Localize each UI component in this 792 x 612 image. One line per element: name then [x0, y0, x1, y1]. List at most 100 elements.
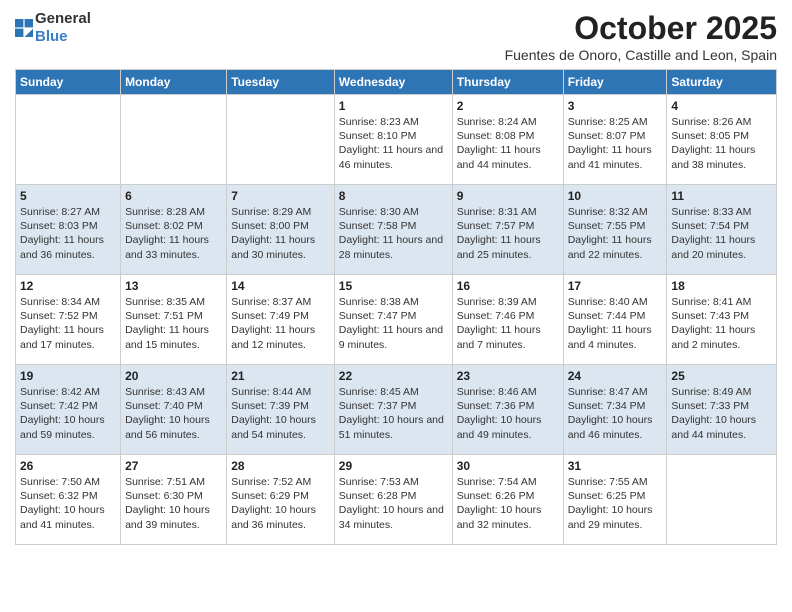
day-info: Sunrise: 8:38 AMSunset: 7:47 PMDaylight:…	[339, 296, 443, 351]
logo-general: General	[35, 10, 91, 27]
day-number: 30	[457, 459, 559, 473]
day-info: Sunrise: 8:43 AMSunset: 7:40 PMDaylight:…	[125, 386, 210, 441]
day-info: Sunrise: 8:44 AMSunset: 7:39 PMDaylight:…	[231, 386, 316, 441]
day-cell	[121, 95, 227, 185]
day-info: Sunrise: 8:27 AMSunset: 8:03 PMDaylight:…	[20, 206, 104, 261]
calendar-table: Sunday Monday Tuesday Wednesday Thursday…	[15, 69, 777, 545]
day-cell: 21Sunrise: 8:44 AMSunset: 7:39 PMDayligh…	[227, 365, 335, 455]
day-cell: 14 Sunrise: 8:37 AMSunset: 7:49 PMDayligh…	[227, 275, 335, 365]
day-info: Sunrise: 8:47 AMSunset: 7:34 PMDaylight:…	[568, 386, 653, 441]
calendar-body: 1 Sunrise: 8:23 AMSunset: 8:10 PMDaylight…	[16, 95, 777, 545]
day-cell: 26Sunrise: 7:50 AMSunset: 6:32 PMDayligh…	[16, 455, 121, 545]
day-number: 5	[20, 189, 116, 203]
day-info: Sunrise: 8:25 AMSunset: 8:07 PMDaylight:…	[568, 116, 652, 171]
day-cell: 8 Sunrise: 8:30 AMSunset: 7:58 PMDaylight…	[334, 185, 452, 275]
day-cell: 6 Sunrise: 8:28 AMSunset: 8:02 PMDaylight…	[121, 185, 227, 275]
day-cell: 17 Sunrise: 8:40 AMSunset: 7:44 PMDayligh…	[563, 275, 667, 365]
week-row-1: 5 Sunrise: 8:27 AMSunset: 8:03 PMDaylight…	[16, 185, 777, 275]
day-number: 7	[231, 189, 330, 203]
day-info: Sunrise: 8:23 AMSunset: 8:10 PMDaylight:…	[339, 116, 443, 171]
day-cell	[16, 95, 121, 185]
day-cell: 25Sunrise: 8:49 AMSunset: 7:33 PMDayligh…	[667, 365, 777, 455]
day-number: 19	[20, 369, 116, 383]
day-cell: 5 Sunrise: 8:27 AMSunset: 8:03 PMDaylight…	[16, 185, 121, 275]
day-info: Sunrise: 8:39 AMSunset: 7:46 PMDaylight:…	[457, 296, 541, 351]
day-number: 3	[568, 99, 663, 113]
week-row-2: 12 Sunrise: 8:34 AMSunset: 7:52 PMDayligh…	[16, 275, 777, 365]
week-row-0: 1 Sunrise: 8:23 AMSunset: 8:10 PMDaylight…	[16, 95, 777, 185]
day-info: Sunrise: 8:30 AMSunset: 7:58 PMDaylight:…	[339, 206, 443, 261]
day-number: 4	[671, 99, 772, 113]
col-thursday: Thursday	[452, 70, 563, 95]
logo-icon	[15, 19, 33, 37]
header: General Blue October 2025 Fuentes de Ono…	[15, 10, 777, 63]
logo: General Blue	[15, 10, 91, 46]
day-number: 22	[339, 369, 448, 383]
day-number: 13	[125, 279, 222, 293]
day-info: Sunrise: 7:55 AMSunset: 6:25 PMDaylight:…	[568, 476, 653, 531]
day-cell: 15 Sunrise: 8:38 AMSunset: 7:47 PMDayligh…	[334, 275, 452, 365]
day-number: 27	[125, 459, 222, 473]
day-number: 11	[671, 189, 772, 203]
day-number: 14	[231, 279, 330, 293]
day-cell: 27Sunrise: 7:51 AMSunset: 6:30 PMDayligh…	[121, 455, 227, 545]
col-sunday: Sunday	[16, 70, 121, 95]
col-tuesday: Tuesday	[227, 70, 335, 95]
day-cell: 22 Sunrise: 8:45 AMSunset: 7:37 PMDayligh…	[334, 365, 452, 455]
week-row-3: 19 Sunrise: 8:42 AMSunset: 7:42 PMDayligh…	[16, 365, 777, 455]
day-cell: 16 Sunrise: 8:39 AMSunset: 7:46 PMDayligh…	[452, 275, 563, 365]
day-number: 29	[339, 459, 448, 473]
day-cell: 29 Sunrise: 7:53 AMSunset: 6:28 PMDayligh…	[334, 455, 452, 545]
day-cell: 31Sunrise: 7:55 AMSunset: 6:25 PMDayligh…	[563, 455, 667, 545]
title-area: October 2025 Fuentes de Onoro, Castille …	[505, 10, 777, 63]
day-number: 24	[568, 369, 663, 383]
day-number: 6	[125, 189, 222, 203]
day-cell: 4Sunrise: 8:26 AMSunset: 8:05 PMDaylight…	[667, 95, 777, 185]
day-info: Sunrise: 8:31 AMSunset: 7:57 PMDaylight:…	[457, 206, 541, 261]
day-number: 1	[339, 99, 448, 113]
day-info: Sunrise: 8:42 AMSunset: 7:42 PMDaylight:…	[20, 386, 105, 441]
day-info: Sunrise: 8:45 AMSunset: 7:37 PMDaylight:…	[339, 386, 444, 441]
day-info: Sunrise: 7:52 AMSunset: 6:29 PMDaylight:…	[231, 476, 316, 531]
day-info: Sunrise: 7:53 AMSunset: 6:28 PMDaylight:…	[339, 476, 444, 531]
day-info: Sunrise: 8:28 AMSunset: 8:02 PMDaylight:…	[125, 206, 209, 261]
day-cell: 12 Sunrise: 8:34 AMSunset: 7:52 PMDayligh…	[16, 275, 121, 365]
day-cell: 2Sunrise: 8:24 AMSunset: 8:08 PMDaylight…	[452, 95, 563, 185]
day-cell: 1 Sunrise: 8:23 AMSunset: 8:10 PMDaylight…	[334, 95, 452, 185]
day-number: 23	[457, 369, 559, 383]
day-cell	[227, 95, 335, 185]
day-info: Sunrise: 8:37 AMSunset: 7:49 PMDaylight:…	[231, 296, 315, 351]
day-number: 25	[671, 369, 772, 383]
day-cell: 3 Sunrise: 8:25 AMSunset: 8:07 PMDaylight…	[563, 95, 667, 185]
day-cell: 13Sunrise: 8:35 AMSunset: 7:51 PMDayligh…	[121, 275, 227, 365]
day-number: 18	[671, 279, 772, 293]
day-cell: 20 Sunrise: 8:43 AMSunset: 7:40 PMDayligh…	[121, 365, 227, 455]
day-info: Sunrise: 8:40 AMSunset: 7:44 PMDaylight:…	[568, 296, 652, 351]
day-cell: 24 Sunrise: 8:47 AMSunset: 7:34 PMDayligh…	[563, 365, 667, 455]
day-cell: 18Sunrise: 8:41 AMSunset: 7:43 PMDayligh…	[667, 275, 777, 365]
day-number: 10	[568, 189, 663, 203]
day-cell	[667, 455, 777, 545]
day-info: Sunrise: 8:46 AMSunset: 7:36 PMDaylight:…	[457, 386, 542, 441]
day-cell: 11 Sunrise: 8:33 AMSunset: 7:54 PMDayligh…	[667, 185, 777, 275]
day-number: 16	[457, 279, 559, 293]
logo-blue: Blue	[35, 28, 68, 45]
day-number: 12	[20, 279, 116, 293]
day-number: 9	[457, 189, 559, 203]
header-row: Sunday Monday Tuesday Wednesday Thursday…	[16, 70, 777, 95]
day-info: Sunrise: 8:34 AMSunset: 7:52 PMDaylight:…	[20, 296, 104, 351]
day-info: Sunrise: 7:50 AMSunset: 6:32 PMDaylight:…	[20, 476, 105, 531]
day-info: Sunrise: 8:32 AMSunset: 7:55 PMDaylight:…	[568, 206, 652, 261]
day-number: 15	[339, 279, 448, 293]
day-number: 20	[125, 369, 222, 383]
col-monday: Monday	[121, 70, 227, 95]
col-friday: Friday	[563, 70, 667, 95]
day-number: 17	[568, 279, 663, 293]
day-info: Sunrise: 8:24 AMSunset: 8:08 PMDaylight:…	[457, 116, 541, 171]
day-number: 8	[339, 189, 448, 203]
day-info: Sunrise: 8:33 AMSunset: 7:54 PMDaylight:…	[671, 206, 755, 261]
week-row-4: 26Sunrise: 7:50 AMSunset: 6:32 PMDayligh…	[16, 455, 777, 545]
day-cell: 9 Sunrise: 8:31 AMSunset: 7:57 PMDaylight…	[452, 185, 563, 275]
day-cell: 7Sunrise: 8:29 AMSunset: 8:00 PMDaylight…	[227, 185, 335, 275]
logo-text: General Blue	[35, 10, 91, 46]
